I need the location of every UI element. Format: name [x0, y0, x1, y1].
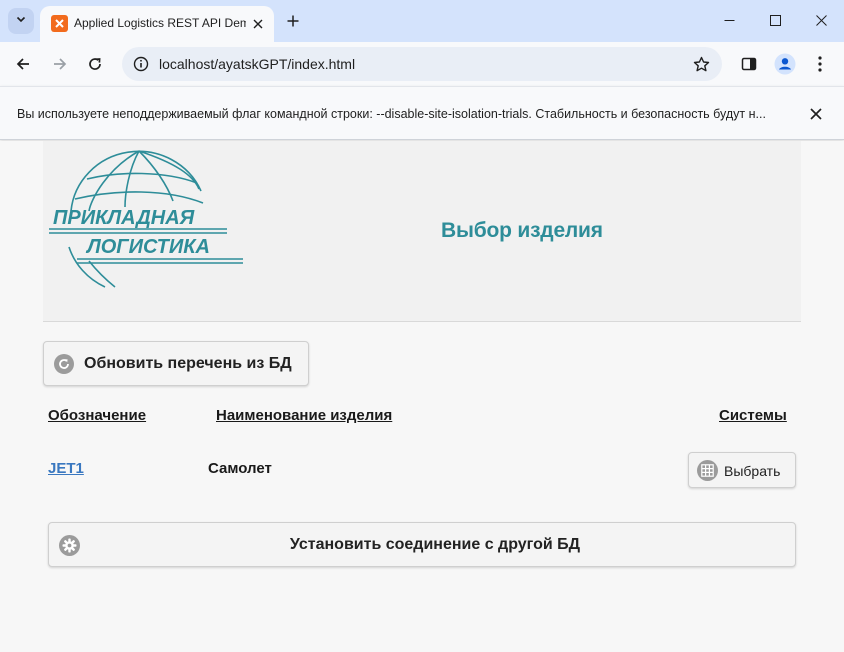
select-button-label: Выбрать [724, 463, 781, 479]
tab-strip: Applied Logistics REST API Dem [0, 0, 844, 42]
minimize-button[interactable] [706, 0, 752, 40]
forward-button[interactable] [46, 50, 74, 78]
svg-text:ПРИКЛАДНАЯ: ПРИКЛАДНАЯ [53, 207, 195, 229]
new-tab-button[interactable] [282, 10, 304, 32]
profile-avatar-icon[interactable] [773, 52, 797, 76]
site-info-icon[interactable] [132, 55, 150, 73]
refresh-button-label: Обновить перечень из БД [84, 355, 292, 372]
column-header-code[interactable]: Обозначение [48, 407, 146, 424]
browser-menu-icon[interactable] [808, 52, 832, 76]
refresh-icon [54, 354, 74, 374]
globe-logo-icon: ПРИКЛАДНАЯ ЛОГИСТИКА [49, 150, 243, 288]
tab-search-button[interactable] [8, 8, 34, 34]
window-close-button[interactable] [798, 0, 844, 40]
address-bar[interactable]: localhost/ayatskGPT/index.html [122, 47, 722, 81]
page-title: Выбор изделия [441, 219, 603, 242]
product-name: Самолет [208, 460, 272, 477]
grid-icon [697, 460, 718, 481]
connect-other-db-button[interactable]: Установить соединение с другой БД [48, 522, 796, 567]
chevron-down-icon [15, 12, 27, 30]
column-header-name[interactable]: Наименование изделия [216, 407, 392, 424]
tab-close-icon[interactable] [248, 14, 268, 34]
bookmark-star-icon[interactable] [692, 55, 710, 73]
product-code-link[interactable]: JET1 [48, 460, 84, 477]
browser-tab[interactable]: Applied Logistics REST API Dem [40, 6, 274, 42]
maximize-button[interactable] [752, 0, 798, 40]
page-content: ПРИКЛАДНАЯ ЛОГИСТИКА Выбор изделия Обнов… [0, 141, 844, 652]
infobar-close-icon[interactable] [806, 104, 826, 124]
browser-toolbar: localhost/ayatskGPT/index.html [0, 42, 844, 86]
xampp-favicon-icon [51, 15, 68, 32]
infobar-message: Вы используете неподдерживаемый флаг ком… [17, 107, 766, 121]
connect-button-label: Установить соединение с другой БД [289, 536, 581, 553]
column-header-systems[interactable]: Системы [719, 407, 787, 424]
refresh-from-db-button[interactable]: Обновить перечень из БД [43, 341, 309, 386]
reload-button[interactable] [81, 50, 109, 78]
svg-text:ЛОГИСТИКА: ЛОГИСТИКА [85, 236, 210, 258]
header-panel: ПРИКЛАДНАЯ ЛОГИСТИКА Выбор изделия [43, 141, 801, 322]
company-logo: ПРИКЛАДНАЯ ЛОГИСТИКА [47, 149, 243, 291]
tab-title: Applied Logistics REST API Dem [74, 16, 246, 30]
unsupported-flag-infobar: Вы используете неподдерживаемый флаг ком… [0, 86, 844, 140]
back-button[interactable] [9, 50, 37, 78]
side-panel-icon[interactable] [737, 52, 761, 76]
url-text[interactable]: localhost/ayatskGPT/index.html [159, 56, 355, 72]
select-product-button[interactable]: Выбрать [688, 452, 796, 488]
